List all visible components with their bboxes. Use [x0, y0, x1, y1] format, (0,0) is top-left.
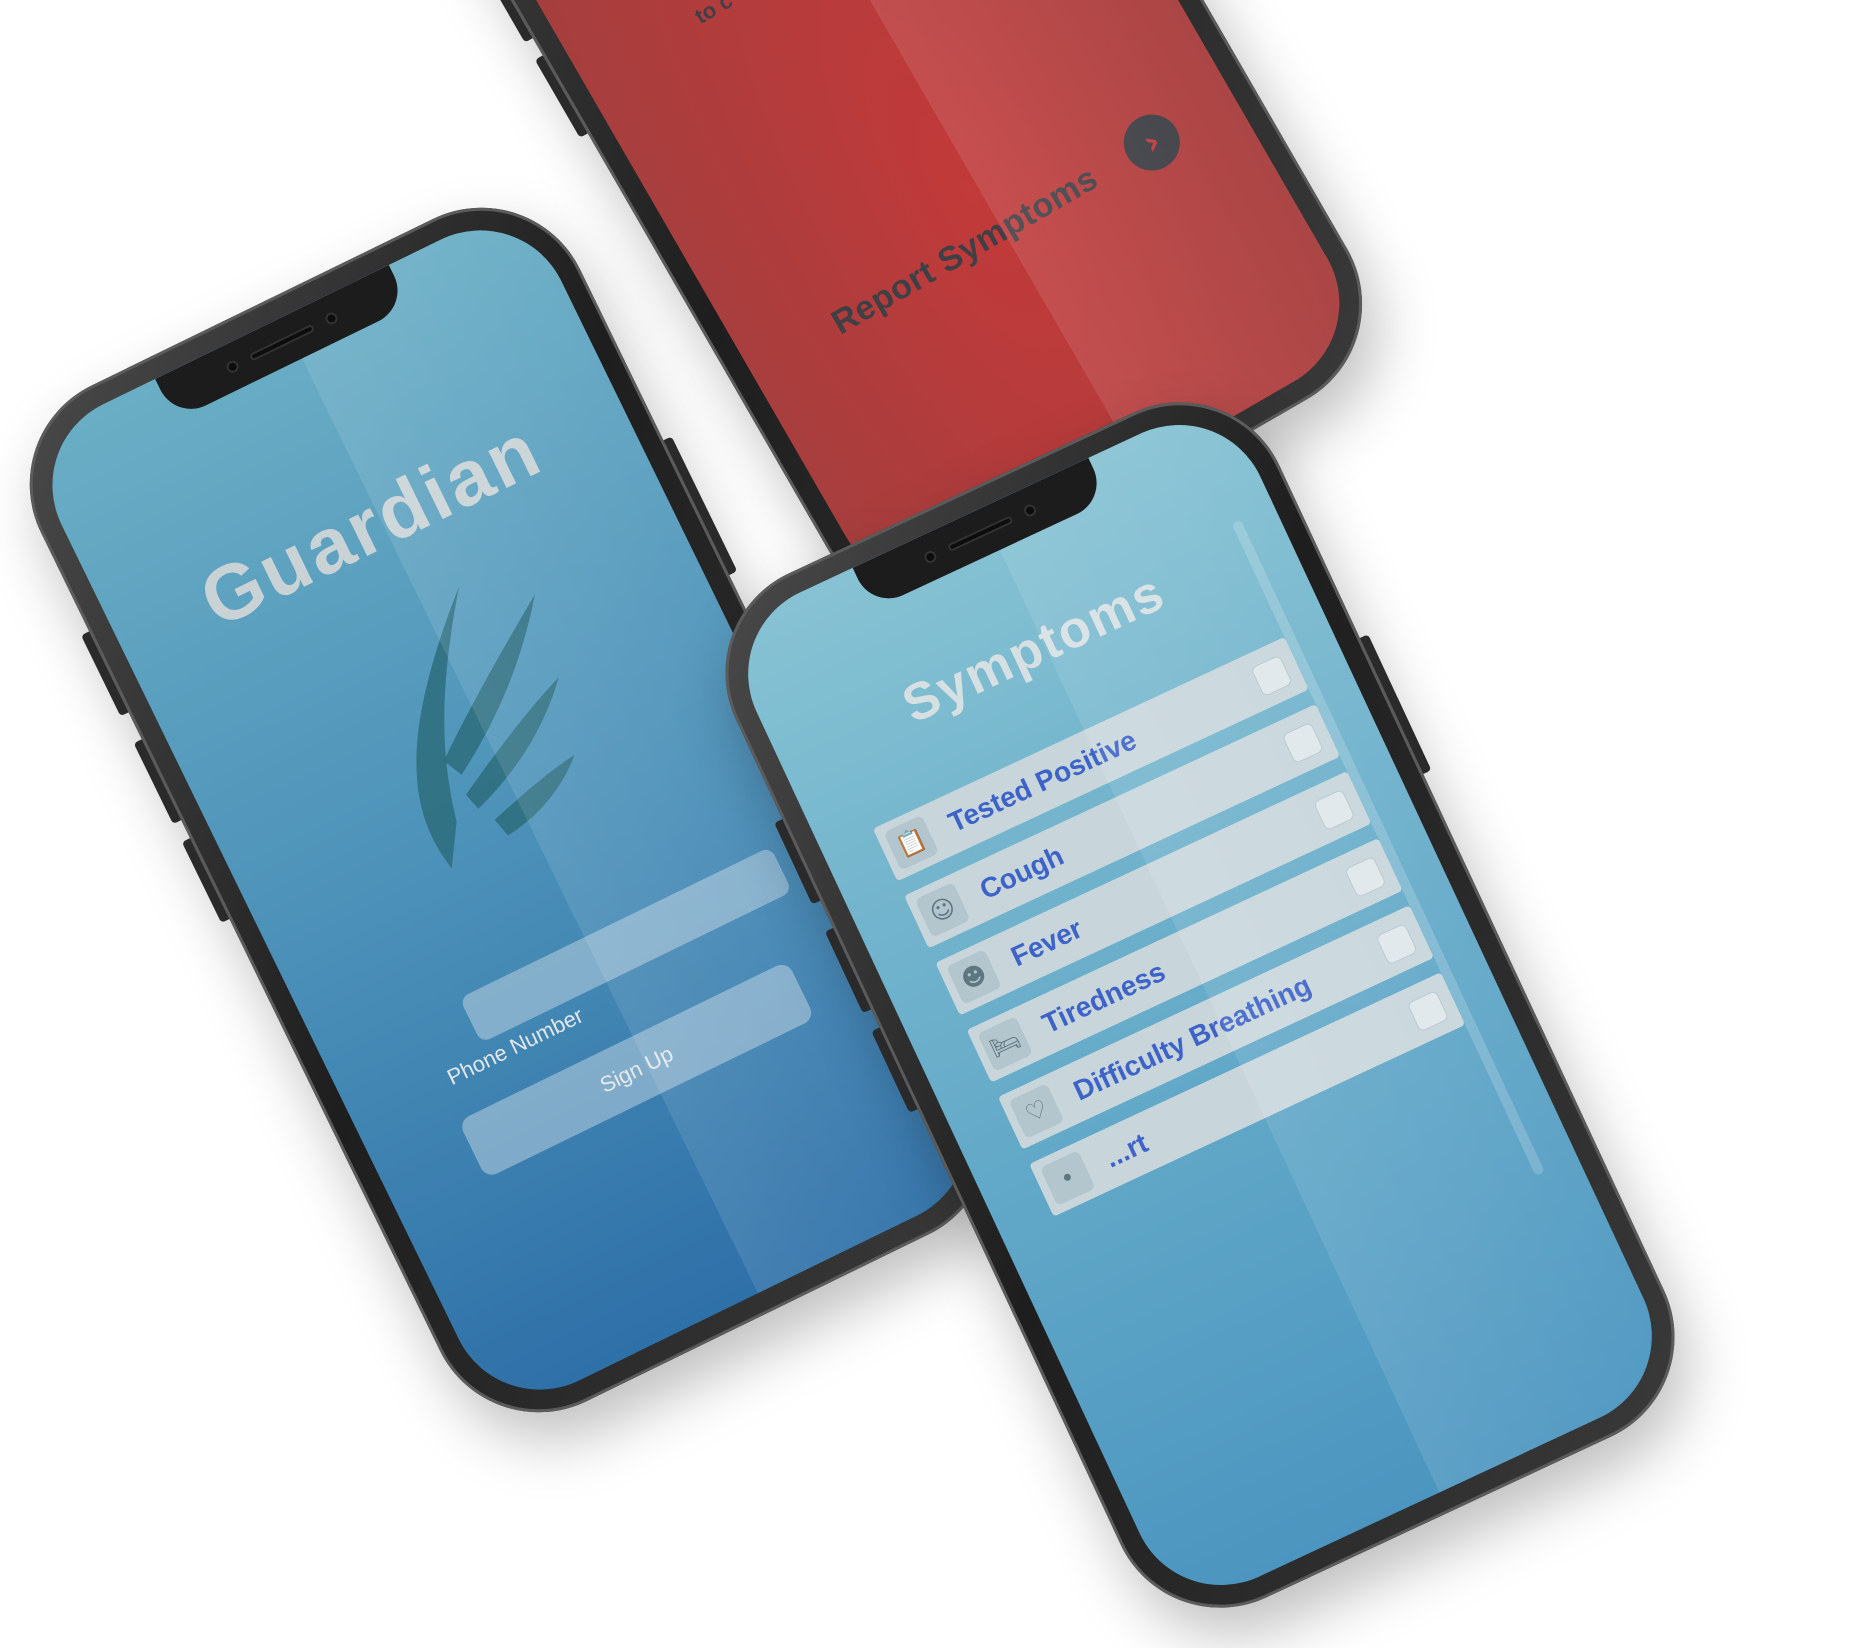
- symptom-label: ...rt: [1099, 1127, 1153, 1174]
- report-symptoms-label: Report Symptoms: [824, 158, 1105, 342]
- cough-icon: ☺: [914, 881, 971, 938]
- wing-logo-icon: [416, 586, 575, 869]
- misc-icon: •: [1039, 1150, 1096, 1207]
- camera-icon: [922, 548, 939, 565]
- clipboard-icon: 📋: [883, 814, 940, 871]
- sensor-icon: [323, 310, 340, 327]
- symptom-checkbox[interactable]: [1406, 989, 1450, 1033]
- notch: [155, 264, 409, 421]
- symptom-label: Cough: [974, 839, 1069, 906]
- symptom-checkbox[interactable]: [1281, 721, 1325, 765]
- chevron-right-icon[interactable]: ›: [1113, 104, 1191, 181]
- symptom-checkbox[interactable]: [1375, 922, 1418, 966]
- camera-icon: [224, 358, 241, 375]
- bed-icon: 🛏: [977, 1016, 1034, 1072]
- symptom-checkbox[interactable]: [1344, 855, 1387, 899]
- thermometer-icon: ☻: [946, 948, 1002, 1005]
- sensor-icon: [1022, 502, 1039, 519]
- symptom-checkbox[interactable]: [1312, 788, 1356, 832]
- symptom-label: Fever: [1006, 912, 1087, 973]
- speaker-icon: [248, 323, 316, 362]
- lungs-icon: ♡: [1008, 1083, 1065, 1139]
- partial-heading: to c: [690, 0, 737, 29]
- report-symptoms-button[interactable]: Report Symptoms ›: [816, 101, 1196, 352]
- symptom-list: 📋 Tested Positive ☺ Cough ☻ Fever 🛏 Tire…: [872, 636, 1472, 1231]
- speaker-icon: [946, 515, 1014, 553]
- symptom-checkbox[interactable]: [1250, 654, 1293, 698]
